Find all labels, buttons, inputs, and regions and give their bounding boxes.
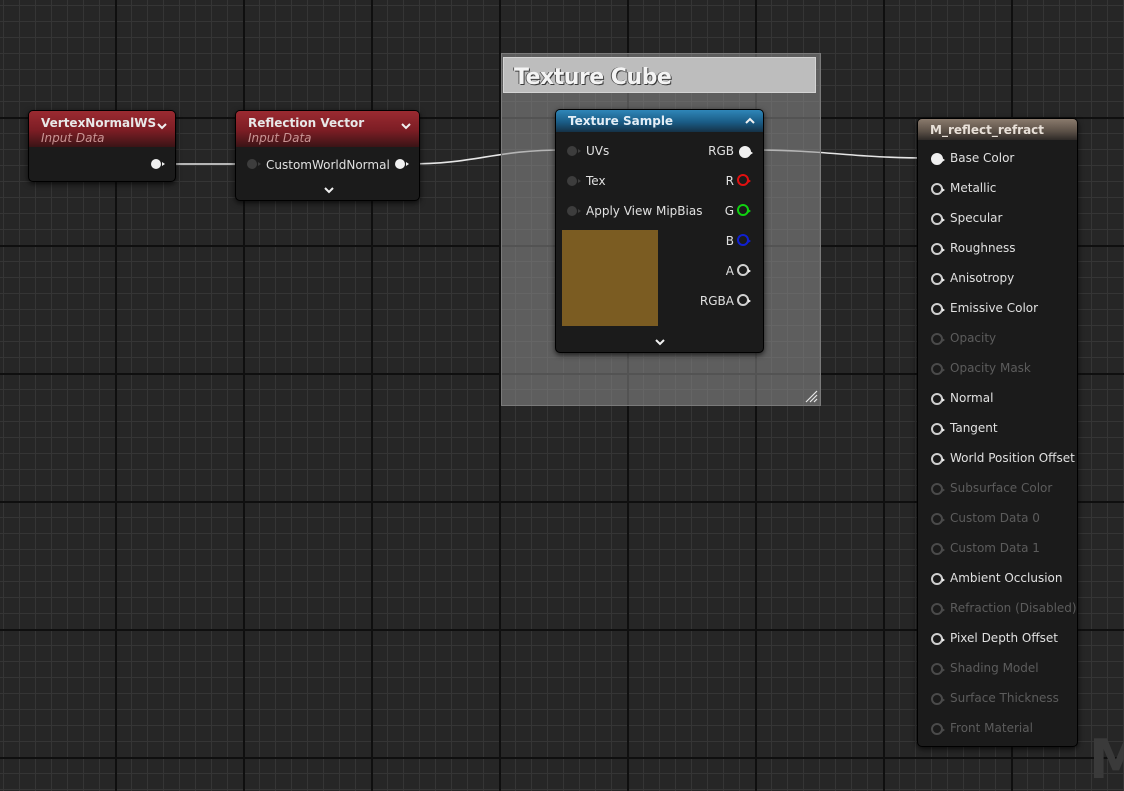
material-input-pin[interactable] [931,573,945,585]
pin-label-apply-view-mipbias: Apply View MipBias [586,204,703,218]
node-title: M_reflect_refract [930,123,1045,137]
output-pin[interactable] [395,159,409,169]
node-header[interactable]: Texture Sample [556,110,763,132]
material-input-pin[interactable] [931,423,945,435]
material-pin-label: Opacity Mask [950,361,1031,375]
pin-label-rgb: RGB [708,144,734,158]
material-input-pin[interactable] [931,243,945,255]
material-input-pin[interactable] [931,393,945,405]
node-texture-sample[interactable]: Texture Sample UVs Tex Apply View MipBia… [555,109,764,353]
material-pin-label: Anisotropy [950,271,1015,285]
material-pin-label: Pixel Depth Offset [950,631,1058,645]
node-subtitle: Input Data [248,131,312,145]
node-header[interactable]: M_reflect_refract [918,119,1077,140]
comment-title-bar[interactable]: Texture Cube [503,57,816,93]
pin-label-b: B [725,234,734,248]
material-input-pin[interactable] [931,153,945,165]
pin-label-uvs: UVs [586,144,610,158]
watermark-text: M [1089,728,1124,791]
chevron-up-icon[interactable] [743,114,757,128]
material-pin-label: Custom Data 0 [950,511,1040,525]
material-pin-label: Front Material [950,721,1033,735]
chevron-down-icon[interactable] [155,119,169,133]
material-pin-label: Metallic [950,181,997,195]
material-input-pin [931,663,945,675]
material-pin-label: Shading Model [950,661,1039,675]
output-pin-a[interactable] [737,264,751,276]
input-pin-apply-view-mipbias[interactable] [567,206,581,216]
output-pin-r[interactable] [737,174,751,186]
pin-label-r: R [725,174,734,188]
expand-chevron-icon[interactable] [322,183,336,197]
input-pin-custom-world-normal[interactable] [247,159,261,169]
pin-label-rgba: RGBA [699,294,734,308]
material-pin-label: Subsurface Color [950,481,1053,495]
material-input-pin [931,483,945,495]
input-pin-uvs[interactable] [567,146,581,156]
material-input-pin [931,543,945,555]
output-pin-rgb[interactable] [739,146,753,158]
material-pin-label: Surface Thickness [950,691,1059,705]
node-reflection-vector[interactable]: Reflection Vector Input Data CustomWorld… [235,110,420,201]
material-pin-label: Custom Data 1 [950,541,1040,555]
output-pin[interactable] [151,159,165,169]
material-pin-label: Specular [950,211,1003,225]
node-title: Texture Sample [568,114,674,128]
material-pin-label: Ambient Occlusion [950,571,1063,585]
resize-grip-icon[interactable] [804,389,818,403]
material-input-pin [931,723,945,735]
material-input-pin[interactable] [931,453,945,465]
pin-label-a: A [725,264,734,278]
output-pin-rgba[interactable] [737,294,751,306]
output-pin-g[interactable] [737,204,751,216]
pin-label-g: G [724,204,734,218]
expand-chevron-icon[interactable] [653,335,667,349]
texture-preview [562,230,658,326]
material-pin-label: Emissive Color [950,301,1039,315]
output-pin-b[interactable] [737,234,751,246]
node-vertex-normal-ws[interactable]: VertexNormalWS Input Data [28,110,176,182]
node-subtitle: Input Data [41,131,105,145]
material-input-pin [931,693,945,705]
material-pin-label: World Position Offset [950,451,1075,465]
material-pin-label: Roughness [950,241,1016,255]
material-pin-label: Normal [950,391,994,405]
material-input-pin [931,363,945,375]
node-header[interactable]: Reflection Vector Input Data [236,111,419,147]
node-title: VertexNormalWS [41,116,157,130]
material-pin-label: Refraction (Disabled) [950,601,1077,615]
material-pin-label: Base Color [950,151,1015,165]
chevron-down-icon[interactable] [399,119,413,133]
material-input-pin[interactable] [931,303,945,315]
material-input-pin[interactable] [931,633,945,645]
material-pin-label: Opacity [950,331,997,345]
node-header[interactable]: VertexNormalWS Input Data [29,111,175,147]
material-input-pin[interactable] [931,183,945,195]
pin-label-custom-world-normal: CustomWorldNormal [266,158,390,172]
node-title: Reflection Vector [248,116,365,130]
material-input-pin[interactable] [931,273,945,285]
material-pin-label: Tangent [950,421,998,435]
material-input-pin [931,513,945,525]
input-pin-tex[interactable] [567,176,581,186]
pin-label-tex: Tex [586,174,606,188]
material-input-pin [931,603,945,615]
material-input-pin [931,333,945,345]
material-input-pin[interactable] [931,213,945,225]
node-material-result[interactable]: M_reflect_refract Base Color Metallic Spec… [917,118,1078,747]
comment-title: Texture Cube [514,65,672,90]
